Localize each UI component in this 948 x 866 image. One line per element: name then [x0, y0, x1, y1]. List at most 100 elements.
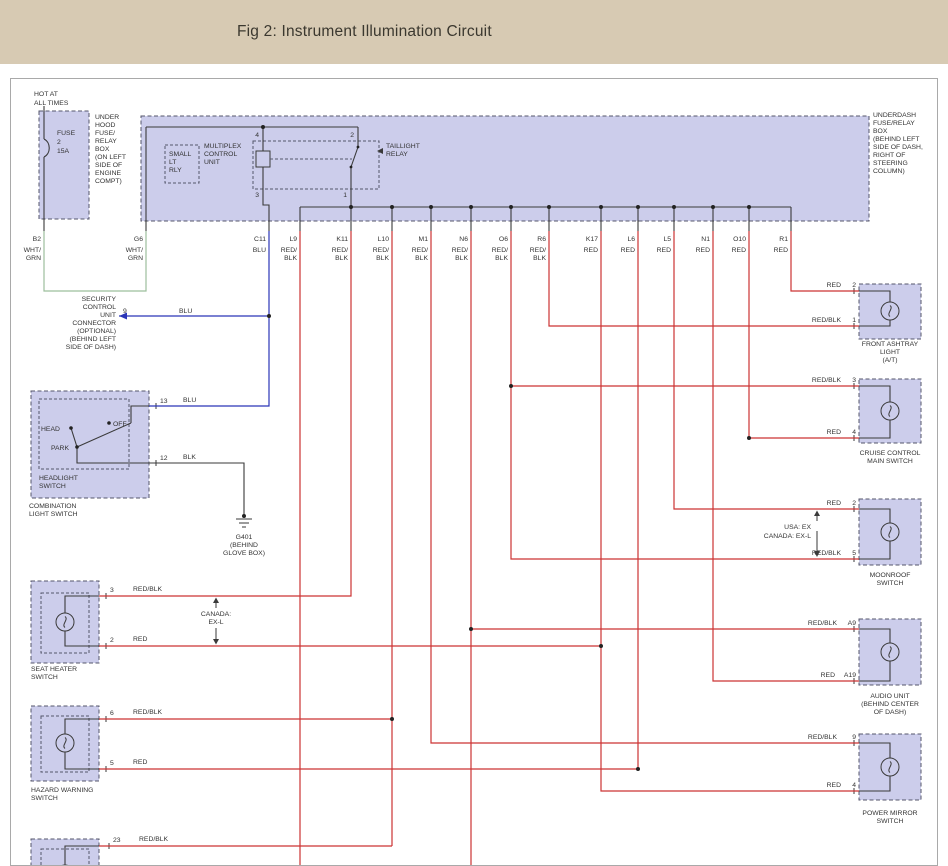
ground-label: (BEHIND: [230, 542, 258, 549]
connector-id: C11: [254, 236, 266, 243]
component-label: HEADLIGHT: [39, 475, 78, 482]
bottom-partial-component: 23 RED/BLK: [113, 836, 169, 844]
switch-position-label: HEAD: [41, 426, 60, 433]
wiring-diagram: HOT AT ALL TIMES FUSE 2 15A UNDER HOOD F…: [11, 79, 937, 865]
blk-ground-wire: [149, 463, 244, 516]
security-label: CONNECTOR: [72, 320, 116, 327]
wire-color-label: RED/BLK: [812, 317, 842, 324]
component-label: FRONT ASHTRAY: [862, 341, 919, 348]
wire-color-label: RED/: [492, 247, 508, 254]
connector-id: M1: [419, 236, 429, 243]
component-label: OF DASH): [874, 709, 906, 716]
underhood-label: UNDER: [95, 114, 119, 121]
underhood-fuse-box: [39, 111, 89, 219]
wire-color-label: RED: [827, 429, 841, 436]
component-label: POWER MIRROR: [862, 810, 917, 817]
wire-color-label: BLK: [415, 255, 428, 262]
wire-red-m1-mirror9: [431, 231, 859, 743]
arrow-up-icon: [814, 511, 820, 517]
pin-number: 23: [113, 837, 121, 844]
wire-color-label: RED/BLK: [133, 709, 163, 716]
switch-position-label: OFF: [113, 421, 127, 428]
wire-red-o10-cruise4: [749, 231, 859, 438]
small-relay-label: LT: [169, 159, 176, 166]
ground-symbol: [236, 519, 252, 527]
security-label: CONTROL: [83, 304, 116, 311]
wire-color-label: RED: [821, 672, 835, 679]
wire-color-label: RED: [696, 247, 710, 254]
underhood-label: RELAY: [95, 138, 117, 145]
red-wires: [99, 231, 859, 865]
component-sublabel: LIGHT SWITCH: [29, 511, 78, 518]
wire-color-label: RED: [827, 500, 841, 507]
wire-color-label: BLK: [495, 255, 508, 262]
junction-dots: [69, 125, 751, 771]
underdash-label: STEERING: [873, 160, 908, 167]
connector-id: B2: [33, 236, 42, 243]
pin-number: 9: [123, 308, 127, 315]
taillight-relay-label: RELAY: [386, 151, 408, 158]
figure-title: Fig 2: Instrument Illumination Circuit: [237, 0, 492, 64]
ground-g401: G401 (BEHIND GLOVE BOX): [223, 534, 265, 557]
underhood-label: SIDE OF: [95, 162, 122, 169]
variant-note: EX-L: [208, 619, 223, 626]
wire-color-label: BLK: [533, 255, 546, 262]
pin-number: 4: [852, 782, 856, 789]
wire-color-label: RED: [657, 247, 671, 254]
pin-number: 2: [852, 500, 856, 507]
underdash-label: UNDERDASH: [873, 112, 916, 119]
pin-number: 6: [110, 710, 114, 717]
wire-color-label: BLK: [455, 255, 468, 262]
multiplex-label: CONTROL: [204, 151, 237, 158]
component-sublabel: COMBINATION: [29, 503, 77, 510]
ground-label: G401: [236, 534, 253, 541]
wire-color-label: RED: [133, 759, 147, 766]
connector-id: L5: [663, 236, 671, 243]
component-label: AUDIO UNIT: [870, 693, 909, 700]
component-label: SWITCH: [39, 483, 66, 490]
wire-color-label: BLK: [335, 255, 348, 262]
ground-label: GLOVE BOX): [223, 550, 265, 557]
component-label: (A/T): [882, 357, 897, 364]
component-label: SWITCH: [31, 674, 58, 681]
fuse-label: FUSE: [57, 130, 76, 137]
underdash-label: COLUMN): [873, 168, 905, 175]
switch-position-label: PARK: [51, 445, 69, 452]
connector-id: N6: [459, 236, 468, 243]
connector-id: K17: [586, 236, 598, 243]
wire-red-o6-cruise3-moonroof5: [511, 231, 859, 559]
security-label: (BEHIND LEFT: [70, 336, 116, 343]
multiplex-label: MULTIPLEX: [204, 143, 242, 150]
security-label: SECURITY: [82, 296, 117, 303]
variant-note: USA: EX: [784, 524, 811, 531]
wire-red-k17-seat2-mirror4: [99, 231, 859, 791]
wire-color-label: RED/: [373, 247, 389, 254]
wire-color-label: RED: [732, 247, 746, 254]
wire-color-label: RED/: [412, 247, 428, 254]
component-label: SWITCH: [31, 795, 58, 802]
wire-blu-c11-headlight: [149, 231, 269, 406]
security-label: (OPTIONAL): [77, 328, 116, 335]
wire-color-label: GRN: [26, 255, 41, 262]
wire-red-l5-moonroof2: [674, 231, 859, 509]
underhood-label: COMPT): [95, 178, 122, 185]
wire-color-label: RED/BLK: [808, 620, 838, 627]
arrow-up-icon: [213, 598, 219, 604]
pin-ticks: [106, 288, 854, 849]
pin-number: 13: [160, 398, 168, 405]
pin-number: 4: [852, 429, 856, 436]
underdash-label: (BEHIND LEFT: [873, 136, 919, 143]
pin-number: 1: [852, 317, 856, 324]
connector-id: R6: [537, 236, 546, 243]
underdash-label: FUSE/RELAY: [873, 120, 915, 127]
security-label: UNIT: [100, 312, 116, 319]
wire-color-label: RED/: [530, 247, 546, 254]
relay-pin-number: 4: [255, 132, 259, 139]
variant-note: CANADA:: [201, 611, 231, 618]
connector-id: L10: [378, 236, 390, 243]
connector-id: R1: [779, 236, 788, 243]
pin-number: 2: [110, 637, 114, 644]
underdash-label: RIGHT OF: [873, 152, 905, 159]
component-label: MOONROOF: [870, 572, 911, 579]
taillight-relay-label: TAILLIGHT: [386, 143, 420, 150]
